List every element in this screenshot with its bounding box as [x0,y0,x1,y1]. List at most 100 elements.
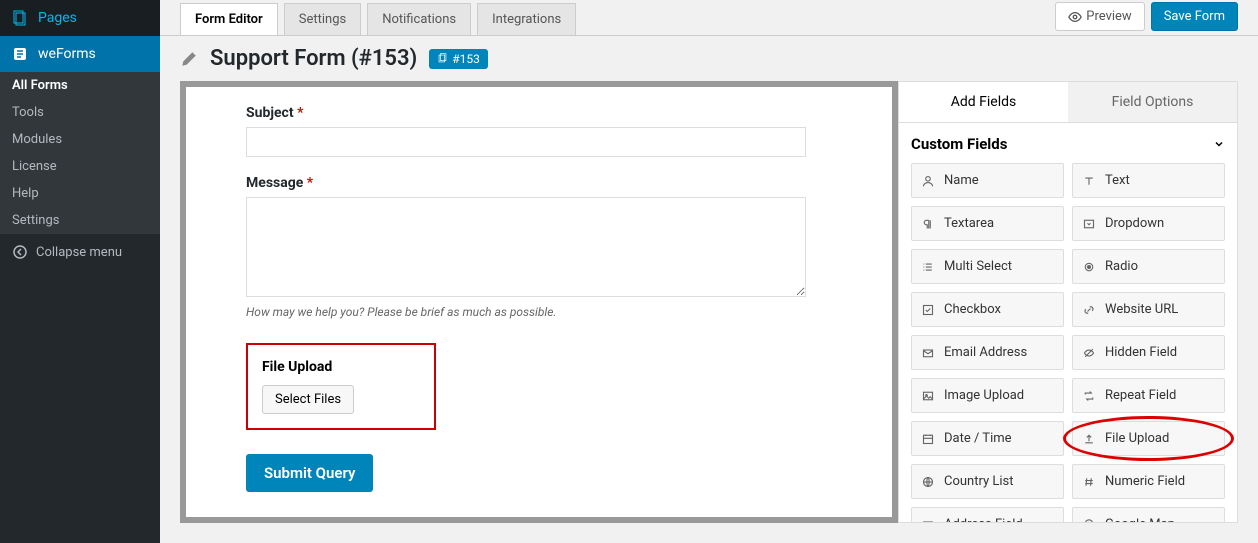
collapse-label: Collapse menu [36,245,122,260]
collapse-menu[interactable]: Collapse menu [0,234,160,270]
field-type-website-url[interactable]: Website URL [1072,292,1225,327]
field-type-label: Website URL [1105,302,1178,317]
image-icon [922,390,936,402]
field-type-label: Repeat Field [1105,388,1176,403]
field-type-file-upload[interactable]: File Upload [1072,421,1225,456]
form-canvas: Subject * Message * How may we help you?… [186,87,892,517]
shortcode-badge[interactable]: #153 [429,49,488,69]
field-type-address-field[interactable]: Address Field [911,507,1064,522]
repeat-icon [1083,390,1097,402]
field-type-label: Date / Time [944,431,1012,446]
list-icon [922,261,936,273]
field-type-textarea[interactable]: Textarea [911,206,1064,241]
field-type-label: Address Field [944,517,1023,522]
message-help: How may we help you? Please be brief as … [246,305,832,319]
tab-field-options[interactable]: Field Options [1068,82,1237,123]
title-row: Support Form (#153) #153 [160,36,1258,81]
sidebar-label: Pages [38,10,77,26]
pencil-icon [180,50,198,68]
submenu-license[interactable]: License [0,153,160,180]
fields-panel: Add Fields Field Options Custom Fields N… [898,81,1238,523]
field-type-label: Name [944,173,979,188]
submenu-settings[interactable]: Settings [0,207,160,234]
field-type-hidden-field[interactable]: Hidden Field [1072,335,1225,370]
para-icon [922,218,936,230]
canvas-wrap: Subject * Message * How may we help you?… [180,81,898,523]
form-title[interactable]: Support Form (#153) [210,46,417,71]
field-subject[interactable]: Subject * [246,105,832,157]
caret-icon [1083,218,1097,230]
text-icon [1083,175,1097,187]
field-type-label: Country List [944,474,1014,489]
select-files-button[interactable]: Select Files [262,385,354,414]
field-type-image-upload[interactable]: Image Upload [911,378,1064,413]
top-row: Form Editor Settings Notifications Integ… [160,0,1258,36]
message-textarea[interactable] [246,197,806,297]
editor-tabs: Form Editor Settings Notifications Integ… [180,3,576,35]
custom-fields-header[interactable]: Custom Fields [911,135,1225,153]
message-label: Message * [246,175,832,191]
sidebar-item-weforms[interactable]: weForms [0,36,160,72]
weforms-submenu: All Forms Tools Modules License Help Set… [0,72,160,234]
subject-label: Subject * [246,105,832,121]
file-upload-label: File Upload [262,359,420,375]
submenu-tools[interactable]: Tools [0,99,160,126]
collapse-icon [10,242,30,262]
field-type-date-time[interactable]: Date / Time [911,421,1064,456]
field-type-label: File Upload [1105,431,1169,446]
field-message[interactable]: Message * How may we help you? Please be… [246,175,832,319]
field-type-label: Multi Select [944,259,1012,274]
field-type-google-map[interactable]: Google Map [1072,507,1225,522]
eyeoff-icon [1083,347,1097,359]
field-type-checkbox[interactable]: Checkbox [911,292,1064,327]
cal-icon [922,433,936,445]
field-type-label: Hidden Field [1105,345,1177,360]
panel-body: Custom Fields Name Text Textarea Dropdown Mu… [899,123,1237,522]
eye-icon [1068,10,1082,24]
main-area: Form Editor Settings Notifications Integ… [160,0,1258,543]
mail-icon [922,347,936,359]
field-type-dropdown[interactable]: Dropdown [1072,206,1225,241]
sidebar-item-pages[interactable]: Pages [0,0,160,36]
card-icon [922,519,936,523]
field-type-label: Text [1105,173,1130,188]
field-type-multi-select[interactable]: Multi Select [911,249,1064,284]
copy-icon [437,53,448,64]
field-type-numeric-field[interactable]: Numeric Field [1072,464,1225,499]
field-type-name[interactable]: Name [911,163,1064,198]
field-type-label: Radio [1105,259,1138,274]
user-icon [922,175,936,187]
submenu-help[interactable]: Help [0,180,160,207]
field-type-label: Image Upload [944,388,1024,403]
check-icon [922,304,936,316]
field-type-repeat-field[interactable]: Repeat Field [1072,378,1225,413]
subject-input[interactable] [246,127,806,157]
dot-icon [1083,261,1097,273]
tab-notifications[interactable]: Notifications [367,3,471,35]
field-type-text[interactable]: Text [1072,163,1225,198]
field-type-country-list[interactable]: Country List [911,464,1064,499]
link-icon [1083,304,1097,316]
preview-button[interactable]: Preview [1055,2,1144,31]
save-form-button[interactable]: Save Form [1151,2,1238,31]
tab-add-fields[interactable]: Add Fields [899,82,1068,123]
tab-settings[interactable]: Settings [284,3,361,35]
field-grid: Name Text Textarea Dropdown Multi Select Radi… [911,163,1225,522]
field-type-label: Dropdown [1105,216,1164,231]
field-file-upload[interactable]: File Upload Select Files [246,343,436,430]
pin-icon [1083,519,1097,523]
field-type-label: Checkbox [944,302,1001,317]
submenu-modules[interactable]: Modules [0,126,160,153]
pages-icon [10,8,30,28]
field-type-label: Email Address [944,345,1027,360]
field-type-email-address[interactable]: Email Address [911,335,1064,370]
tab-form-editor[interactable]: Form Editor [180,3,278,35]
field-type-radio[interactable]: Radio [1072,249,1225,284]
panel-tabs: Add Fields Field Options [899,82,1237,123]
tab-integrations[interactable]: Integrations [477,3,576,35]
admin-sidebar: Pages weForms All Forms Tools Modules Li… [0,0,160,543]
field-type-label: Numeric Field [1105,474,1185,489]
submenu-all-forms[interactable]: All Forms [0,72,160,99]
submit-button[interactable]: Submit Query [246,454,373,492]
globe-icon [922,476,936,488]
